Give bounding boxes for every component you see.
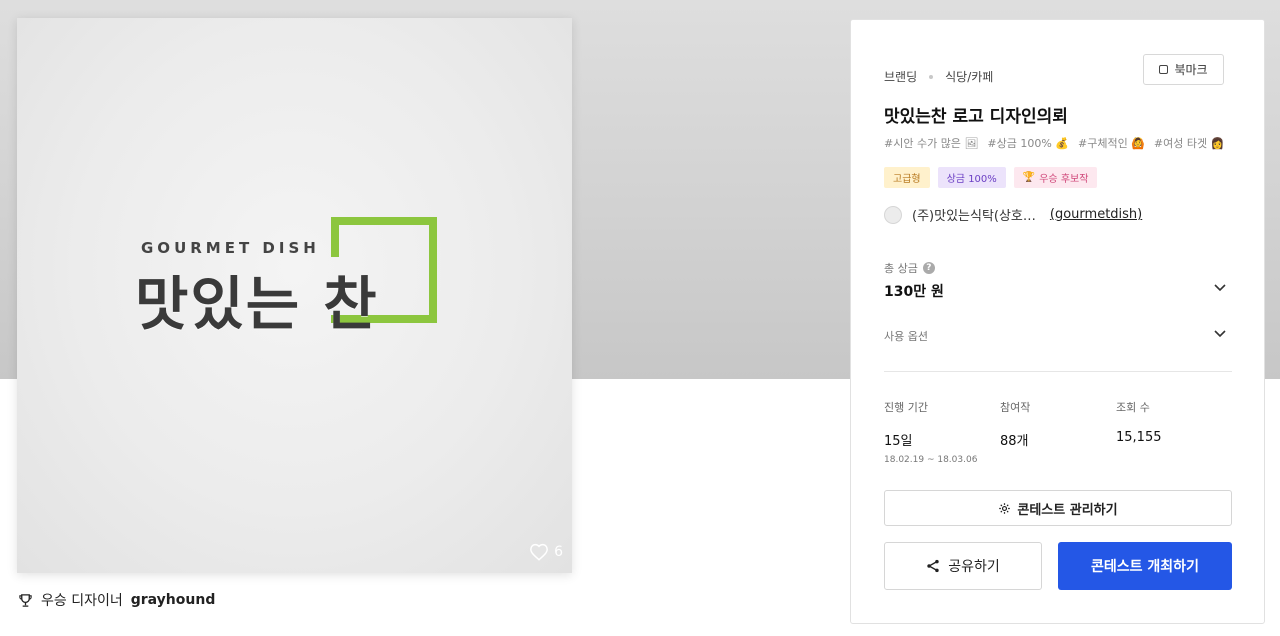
prize-label-row: 총 상금 ? — [884, 260, 935, 276]
winner-info: 우승 디자이너 grayhound — [18, 590, 215, 610]
breadcrumb-separator — [929, 74, 934, 79]
candidate-badge: 🏆 우승 후보작 — [1013, 167, 1098, 188]
host-name: (주)맛있는식탁(상호… — [912, 209, 1036, 224]
tag-item[interactable]: #구체적인 🙆 — [1078, 135, 1145, 151]
badge-list: 고급형 상금 100% 🏆 우승 후보작 — [884, 167, 1098, 188]
tag-item[interactable]: #시안 수가 많은 🖼 — [884, 135, 978, 151]
chevron-down-icon[interactable] — [1213, 326, 1227, 340]
candidate-badge-label: 우승 후보작 — [1039, 174, 1089, 185]
logo-title: 맛있는 찬 — [135, 270, 379, 338]
breadcrumb: 브랜딩 식당/카페 — [884, 68, 993, 85]
logo-green-frame-edge — [331, 217, 339, 257]
like-count: 6 — [554, 544, 563, 560]
heart-icon — [530, 543, 548, 561]
gear-icon — [999, 502, 1011, 514]
breadcrumb-subcategory[interactable]: 식당/카페 — [945, 68, 993, 85]
host-info: (주)맛있는식탁(상호… (gourmetdish) — [884, 205, 1142, 224]
stat-period-label: 진행 기간 — [884, 401, 928, 414]
bookmark-button[interactable]: 북마크 — [1143, 54, 1224, 85]
like-button[interactable]: 6 — [529, 543, 563, 561]
divider — [884, 371, 1232, 372]
winner-prefix: 우승 디자이너 — [41, 593, 123, 609]
stat-views: 조회 수 15,155 — [1116, 399, 1162, 445]
stat-period-value: 15일 — [884, 434, 913, 449]
bookmark-label: 북마크 — [1174, 63, 1208, 77]
stat-entries-value[interactable]: 88개 — [1000, 430, 1030, 449]
tag-list: #시안 수가 많은 🖼 #상금 100% 💰 #구체적인 🙆 #여성 타겟 👩 — [884, 135, 1224, 151]
contest-title: 맛있는찬 로고 디자인의뢰 — [884, 107, 1068, 127]
stat-entries: 참여작 88개 — [1000, 399, 1030, 449]
prize-value: 130만 원 — [884, 284, 944, 300]
prize-label: 총 상금 — [884, 262, 918, 275]
chevron-down-icon[interactable] — [1213, 280, 1227, 294]
logo-artwork: GOURMET DISH 맛있는 찬 — [135, 211, 445, 338]
trophy-icon: 🏆 — [1022, 172, 1036, 183]
prize-badge: 상금 100% — [937, 167, 1006, 188]
help-icon[interactable]: ? — [922, 262, 935, 274]
bookmark-icon — [1159, 65, 1169, 74]
premium-badge: 고급형 — [884, 167, 930, 188]
winner-name[interactable]: grayhound — [131, 592, 216, 608]
trophy-icon — [19, 593, 32, 607]
share-label: 공유하기 — [948, 559, 1000, 575]
manage-contest-button[interactable]: 콘테스트 관리하기 — [884, 490, 1232, 526]
avatar — [884, 205, 902, 224]
host-contest-button[interactable]: 콘테스트 개최하기 — [1058, 542, 1232, 590]
artwork-image[interactable]: GOURMET DISH 맛있는 찬 6 — [17, 18, 572, 573]
tag-item[interactable]: #상금 100% 💰 — [987, 135, 1069, 151]
host-handle-link[interactable]: (gourmetdish) — [1050, 207, 1142, 222]
stat-views-value: 15,155 — [1116, 430, 1162, 445]
stat-entries-label: 참여작 — [1000, 401, 1031, 414]
options-label: 사용 옵션 — [884, 330, 928, 343]
contest-info-panel: 브랜딩 식당/카페 북마크 맛있는찬 로고 디자인의뢰 #시안 수가 많은 🖼 … — [850, 19, 1265, 624]
tag-item[interactable]: #여성 타겟 👩 — [1154, 135, 1224, 151]
stat-views-label: 조회 수 — [1116, 401, 1150, 414]
stat-period-dates: 18.02.19 ~ 18.03.06 — [884, 455, 978, 465]
breadcrumb-category[interactable]: 브랜딩 — [884, 68, 917, 85]
stat-period: 진행 기간 15일 18.02.19 ~ 18.03.06 — [884, 399, 977, 465]
share-icon — [927, 559, 939, 573]
logo-subtitle: GOURMET DISH — [141, 239, 320, 257]
share-button[interactable]: 공유하기 — [884, 542, 1042, 590]
manage-contest-label: 콘테스트 관리하기 — [1017, 502, 1118, 518]
